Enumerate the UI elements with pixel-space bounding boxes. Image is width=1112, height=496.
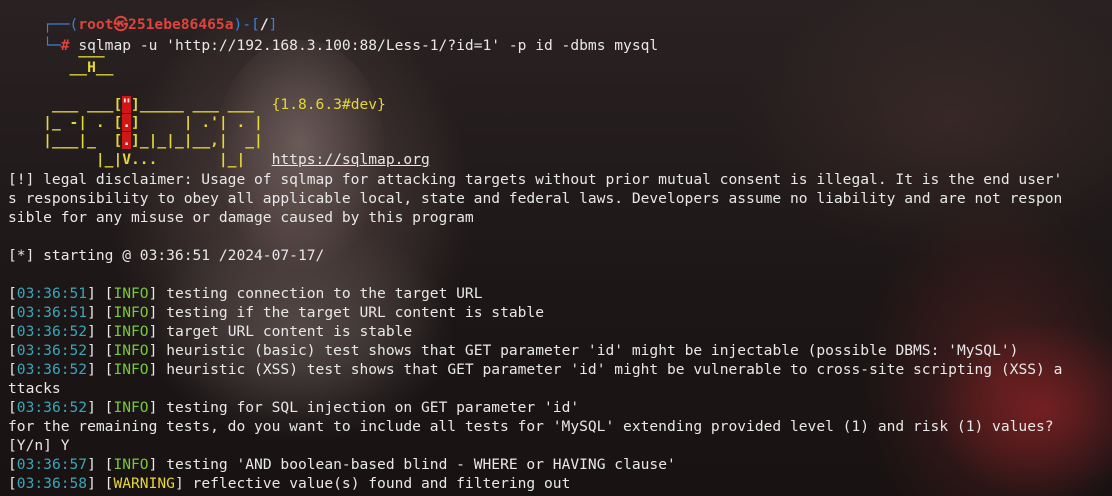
log-message: testing if the target URL content is sta… [157,304,544,321]
prompt-answer-line: [Y/n] Y [8,437,70,454]
log-message: testing connection to the target URL [157,285,483,302]
log-level: INFO [113,342,149,359]
log-timestamp: 03:36:57 [16,456,88,473]
log-message: testing 'AND boolean-based blind - WHERE… [157,456,676,473]
log-level: INFO [113,361,149,378]
log-message: heuristic (XSS) test shows that GET para… [157,361,1063,378]
log-line: [03:36:51] [INFO] testing if the target … [8,304,544,321]
log-line: [03:36:52] [INFO] heuristic (basic) test… [8,342,1019,359]
banner-row-1: ___ [8,41,105,58]
banner-row-6: |_|V... |_| https://sqlmap.org [8,131,430,168]
log-message: reflective value(s) found and filtering … [183,475,571,492]
banner-row-3: ___ ___["]_____ ___ ___ {1.8.6.3#dev} [8,76,386,113]
log-message: heuristic (basic) test shows that GET pa… [157,342,1019,359]
log-line: [03:36:52] [INFO] testing for SQL inject… [8,399,580,416]
banner-row-2: __H__ [8,59,114,76]
log-level-warning: WARNING [113,475,175,492]
log-timestamp: 03:36:58 [16,475,88,492]
log-level: INFO [113,399,149,416]
sqlmap-version: {1.8.6.3#dev} [271,96,386,113]
log-level: INFO [113,323,149,340]
prompt-line: ┌──(root㉿251ebe86465a)-[/] [8,0,277,33]
command-line: └─# sqlmap -u 'http://192.168.3.100:88/L… [8,17,658,54]
log-timestamp: 03:36:51 [16,304,88,321]
log-timestamp: 03:36:52 [16,361,88,378]
log-continuation-line: ttacks [8,380,61,397]
log-line: [03:36:57] [INFO] testing 'AND boolean-b… [8,456,676,473]
banner-row-5: |___|_ [.]_|_|_|__,| _| [8,112,263,149]
log-line: [03:36:52] [INFO] target URL content is … [8,323,413,340]
disclaimer-line-1: [!] legal disclaimer: Usage of sqlmap fo… [8,171,1063,188]
log-line: [03:36:51] [INFO] testing connection to … [8,285,483,302]
log-level: INFO [113,456,149,473]
terminal-window[interactable]: ┌──(root㉿251ebe86465a)-[/] └─# sqlmap -u… [0,0,1112,496]
log-line: [03:36:52] [INFO] heuristic (XSS) test s… [8,361,1063,378]
disclaimer-line-3: sible for any misuse or damage caused by… [8,209,474,226]
log-level: INFO [113,285,149,302]
banner-row-6a: |_|V... |_| [43,151,272,168]
command-text: sqlmap -u 'http://192.168.3.100:88/Less-… [69,37,659,54]
log-message: target URL content is stable [157,323,413,340]
log-timestamp: 03:36:52 [16,342,88,359]
banner-row-4: |_ -| . [.] | .'| . | [8,94,263,131]
sqlmap-url-link[interactable]: https://sqlmap.org [272,151,430,168]
log-line: [03:36:58] [WARNING] reflective value(s)… [8,475,571,492]
log-timestamp: 03:36:51 [16,285,88,302]
prompt-question-line: for the remaining tests, do you want to … [8,418,1054,435]
log-timestamp: 03:36:52 [16,399,88,416]
starting-line: [*] starting @ 03:36:51 /2024-07-17/ [8,247,325,264]
log-message: testing for SQL injection on GET paramet… [157,399,580,416]
disclaimer-line-2: s responsibility to obey all applicable … [8,190,1063,207]
log-level: INFO [113,304,149,321]
log-timestamp: 03:36:52 [16,323,88,340]
